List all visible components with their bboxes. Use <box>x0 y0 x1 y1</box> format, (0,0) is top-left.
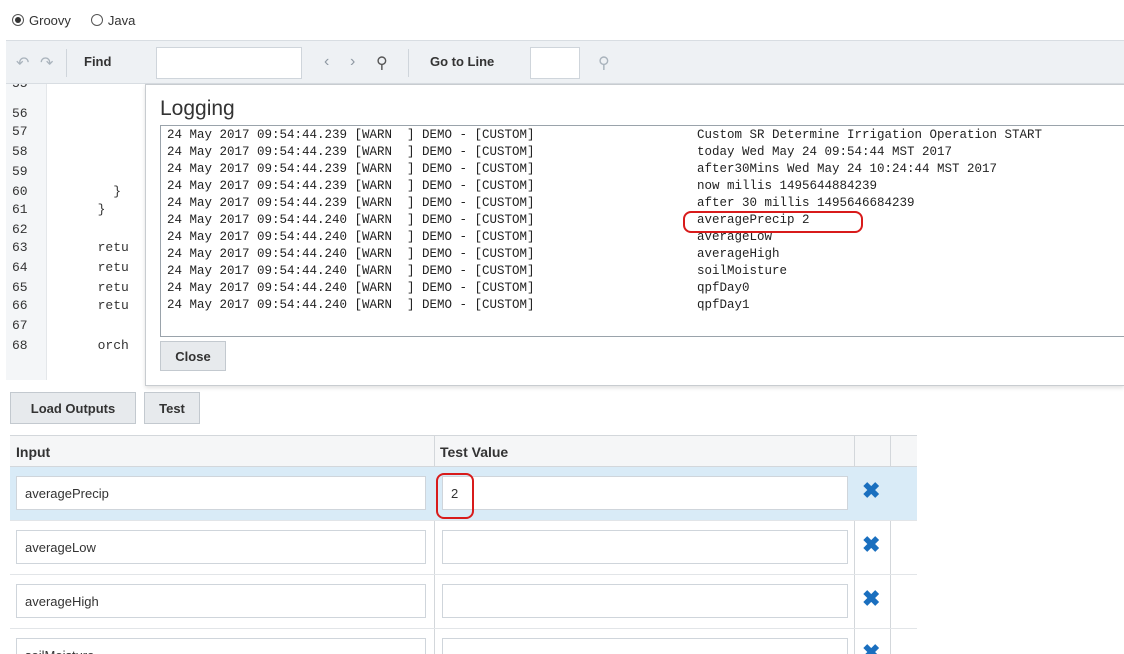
line-number: 67 <box>12 318 28 333</box>
radio-groovy-circle[interactable] <box>12 14 24 26</box>
delete-x-icon[interactable]: ✖ <box>862 534 880 556</box>
table-row[interactable]: soilMoisture ✖ <box>10 629 917 654</box>
line-number: 63 <box>12 240 28 255</box>
log-prefix: 24 May 2017 09:54:44.240 [WARN ] DEMO - … <box>167 264 535 278</box>
line-number: 55 <box>12 84 28 91</box>
log-message: now millis 1495644884239 <box>697 179 878 193</box>
log-output[interactable]: 24 May 2017 09:54:44.239 [WARN ] DEMO - … <box>160 125 1124 337</box>
line-number: 65 <box>12 280 28 295</box>
log-highlight-annotation <box>683 211 863 233</box>
logging-title: Logging <box>160 97 235 120</box>
line-number: 56 <box>12 106 28 121</box>
log-prefix: 24 May 2017 09:54:44.240 [WARN ] DEMO - … <box>167 213 535 227</box>
test-button[interactable]: Test <box>144 392 200 424</box>
test-value-field[interactable] <box>442 530 848 564</box>
line-number: 68 <box>12 338 28 353</box>
log-prefix: 24 May 2017 09:54:44.240 [WARN ] DEMO - … <box>167 230 535 244</box>
test-value-field[interactable] <box>442 584 848 618</box>
chevron-left-icon[interactable]: ‹ <box>324 53 329 71</box>
search-icon[interactable]: ⚲ <box>376 53 388 73</box>
radio-groovy-label: Groovy <box>29 12 71 28</box>
input-name-field[interactable]: averageHigh <box>16 584 426 618</box>
test-input-table: Input Test Value averagePrecip 2 ✖ avera… <box>10 435 917 654</box>
line-number: 59 <box>12 164 28 179</box>
code-line: retu <box>82 260 129 275</box>
log-prefix: 24 May 2017 09:54:44.239 [WARN ] DEMO - … <box>167 145 535 159</box>
chevron-right-icon[interactable]: › <box>350 53 355 71</box>
goto-line-input[interactable] <box>530 47 580 79</box>
undo-icon[interactable]: ↶ <box>16 53 29 73</box>
line-number: 64 <box>12 260 28 275</box>
delete-x-icon[interactable]: ✖ <box>862 480 880 502</box>
column-header-input: Input <box>16 444 51 460</box>
line-number: 57 <box>12 124 28 139</box>
table-row[interactable]: averageLow ✖ <box>10 521 917 575</box>
log-message: Custom SR Determine Irrigation Operation… <box>697 128 1043 142</box>
log-message: qpfDay1 <box>697 298 750 312</box>
close-button[interactable]: Close <box>160 341 226 371</box>
test-value-field[interactable] <box>442 638 848 654</box>
log-prefix: 24 May 2017 09:54:44.239 [WARN ] DEMO - … <box>167 162 535 176</box>
language-selector: Groovy Java <box>12 8 135 32</box>
line-number: 60 <box>12 184 28 199</box>
code-line: } <box>82 202 106 217</box>
log-prefix: 24 May 2017 09:54:44.239 [WARN ] DEMO - … <box>167 196 535 210</box>
find-input[interactable] <box>156 47 302 79</box>
input-name-field[interactable]: averagePrecip <box>16 476 426 510</box>
editor-toolbar: ↶ ↷ Find ‹ › ⚲ Go to Line ⚲ <box>6 40 1124 84</box>
log-message: after 30 millis 1495646684239 <box>697 196 915 210</box>
redo-icon[interactable]: ↷ <box>40 53 53 73</box>
radio-java-label: Java <box>107 12 136 28</box>
find-label: Find <box>84 54 112 69</box>
toolbar-divider <box>66 49 67 77</box>
log-message: today Wed May 24 09:54:44 MST 2017 <box>697 145 953 159</box>
line-number: 58 <box>12 144 28 159</box>
column-header-test-value: Test Value <box>440 444 509 460</box>
delete-x-icon[interactable]: ✖ <box>862 588 880 610</box>
log-message: qpfDay0 <box>697 281 750 295</box>
code-line: } <box>82 184 122 199</box>
line-number: 61 <box>12 202 28 217</box>
log-message: soilMoisture <box>697 264 788 278</box>
log-message: averageHigh <box>697 247 780 261</box>
code-line: retu <box>82 280 129 295</box>
code-line: retu <box>82 298 129 313</box>
radio-java[interactable]: Java <box>90 12 136 28</box>
delete-x-icon[interactable]: ✖ <box>862 642 880 654</box>
input-name-field[interactable]: soilMoisture <box>16 638 426 654</box>
radio-groovy[interactable]: Groovy <box>12 13 71 28</box>
log-prefix: 24 May 2017 09:54:44.240 [WARN ] DEMO - … <box>167 281 535 295</box>
load-outputs-button[interactable]: Load Outputs <box>10 392 136 424</box>
toolbar-divider <box>408 49 409 77</box>
value-highlight-annotation <box>436 473 474 519</box>
code-line: retu <box>82 240 129 255</box>
goto-search-icon[interactable]: ⚲ <box>598 53 610 73</box>
log-prefix: 24 May 2017 09:54:44.239 [WARN ] DEMO - … <box>167 179 535 193</box>
log-message: after30Mins Wed May 24 10:24:44 MST 2017 <box>697 162 998 176</box>
test-value-field[interactable]: 2 <box>442 476 848 510</box>
code-line: orch <box>82 338 129 353</box>
input-name-field[interactable]: averageLow <box>16 530 426 564</box>
goto-line-label: Go to Line <box>430 54 495 69</box>
table-row[interactable]: averageHigh ✖ <box>10 575 917 629</box>
line-number: 66 <box>12 298 28 313</box>
log-prefix: 24 May 2017 09:54:44.240 [WARN ] DEMO - … <box>167 298 535 312</box>
logging-dialog: Logging 24 May 2017 09:54:44.239 [WARN ]… <box>145 84 1124 386</box>
radio-java-circle[interactable] <box>90 14 103 26</box>
log-prefix: 24 May 2017 09:54:44.239 [WARN ] DEMO - … <box>167 128 535 142</box>
table-header: Input Test Value <box>10 435 917 467</box>
log-prefix: 24 May 2017 09:54:44.240 [WARN ] DEMO - … <box>167 247 535 261</box>
line-number: 62 <box>12 222 28 237</box>
